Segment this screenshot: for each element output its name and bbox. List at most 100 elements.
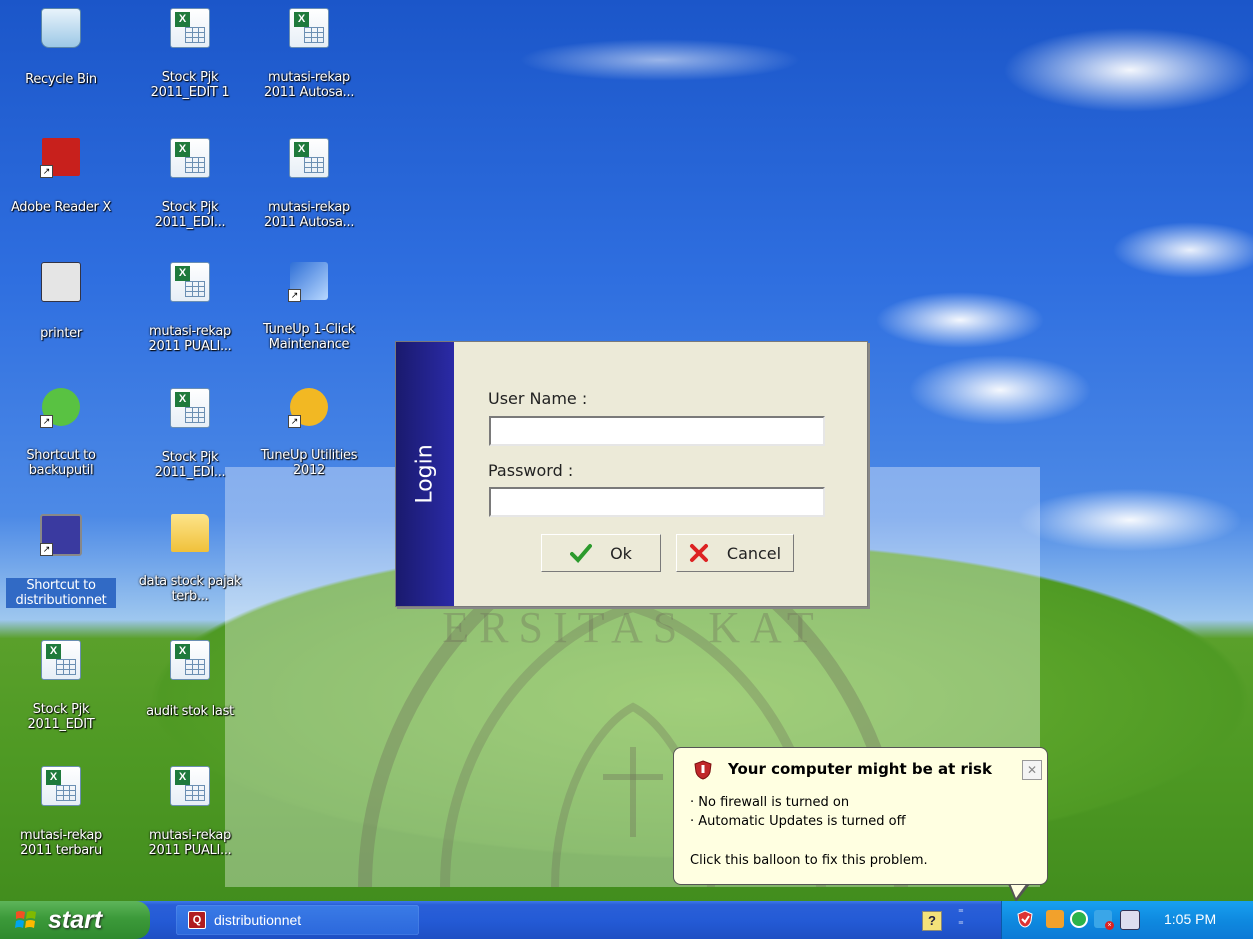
balloon-line: · No firewall is turned on bbox=[690, 795, 850, 810]
desktop-icon-label: mutasi-rekap 2011 terbaru bbox=[19, 828, 103, 858]
tuneup-maintenance-icon: ↗ bbox=[288, 262, 328, 302]
clock: 1:05 PM bbox=[1164, 911, 1217, 927]
desktop-icon-label: Recycle Bin bbox=[25, 72, 97, 87]
desktop-icon-label: Stock Pjk 2011_EDIT 1 bbox=[150, 70, 230, 100]
desktop-icon[interactable]: data stock pajak terb... bbox=[135, 514, 245, 605]
start-label: start bbox=[48, 905, 103, 934]
check-icon bbox=[570, 544, 593, 563]
display-monitor-icon[interactable] bbox=[1120, 910, 1140, 930]
login-dialog: Login User Name : Password : Ok Cancel bbox=[395, 341, 868, 607]
desktop-icon[interactable]: ↗ Shortcut to distributionnet bbox=[6, 514, 116, 609]
desktop-icon-label: Stock Pjk 2011_EDI... bbox=[154, 200, 226, 230]
desktop-icon-label: mutasi-rekap 2011 Autosa... bbox=[263, 70, 355, 100]
desktop-icon[interactable]: Stock Pjk 2011_EDI... bbox=[135, 388, 245, 481]
recycle-bin-icon bbox=[41, 8, 81, 48]
excel-file-icon bbox=[170, 388, 210, 428]
balloon-close-button[interactable]: ✕ bbox=[1022, 760, 1042, 780]
antivirus-icon[interactable] bbox=[1070, 910, 1088, 928]
language-bar-icon[interactable]: ⁼ ⁼ bbox=[958, 907, 964, 931]
balloon-footer: Click this balloon to fix this problem. bbox=[690, 853, 928, 868]
desktop-icon-label: Adobe Reader X bbox=[10, 200, 112, 215]
desktop-icon-label: TuneUp 1-Click Maintenance bbox=[262, 322, 356, 352]
desktop-icon-label: mutasi-rekap 2011 PUALI... bbox=[148, 828, 232, 858]
password-input[interactable] bbox=[489, 487, 825, 517]
desktop-icon-label: Stock Pjk 2011_EDI... bbox=[154, 450, 226, 480]
shortcut-arrow-icon: ↗ bbox=[40, 543, 53, 556]
windows-logo-icon bbox=[15, 911, 36, 928]
network-warning-icon[interactable] bbox=[1046, 910, 1064, 928]
username-label: User Name : bbox=[488, 389, 588, 408]
excel-file-icon bbox=[170, 262, 210, 302]
desktop-icon[interactable]: mutasi-rekap 2011 Autosa... bbox=[254, 8, 364, 101]
folder-icon bbox=[171, 514, 209, 552]
desktop-icon[interactable]: printer bbox=[6, 262, 116, 342]
balloon-tail-fill bbox=[1010, 883, 1027, 898]
excel-file-icon bbox=[170, 138, 210, 178]
excel-file-icon bbox=[170, 766, 210, 806]
help-icon[interactable]: ? bbox=[922, 911, 942, 931]
taskbar-item-distributionnet[interactable]: Q distributionnet bbox=[176, 905, 419, 935]
desktop-icon-label: Shortcut to distributionnet bbox=[6, 578, 116, 608]
distributionnet-icon: ↗ bbox=[40, 514, 82, 556]
balloon-message-list: · No firewall is turned on · Automatic U… bbox=[690, 793, 906, 831]
desktop-icon-label: printer bbox=[40, 326, 82, 341]
error-badge-icon: × bbox=[1105, 921, 1114, 930]
distributionnet-icon: Q bbox=[188, 911, 206, 929]
desktop-icon[interactable]: ↗ Adobe Reader X bbox=[6, 138, 116, 216]
adobe-reader-icon: ↗ bbox=[40, 138, 80, 178]
shortcut-arrow-icon: ↗ bbox=[40, 415, 53, 428]
security-shield-icon bbox=[694, 760, 712, 780]
excel-file-icon bbox=[41, 766, 81, 806]
desktop-icon-label: data stock pajak terb... bbox=[138, 574, 242, 604]
cancel-button[interactable]: Cancel bbox=[676, 534, 794, 572]
taskbar: start Q distributionnet ? ⁼ ⁼ × 1:05 PM bbox=[0, 901, 1253, 939]
desktop-icon[interactable]: ↗ TuneUp 1-Click Maintenance bbox=[254, 262, 364, 353]
shortcut-arrow-icon: ↗ bbox=[288, 415, 301, 428]
desktop-icon[interactable]: mutasi-rekap 2011 terbaru bbox=[6, 766, 116, 859]
excel-file-icon bbox=[41, 640, 81, 680]
desktop-icon[interactable]: mutasi-rekap 2011 PUALI... bbox=[135, 766, 245, 859]
excel-file-icon bbox=[170, 640, 210, 680]
desktop-icon-label: mutasi-rekap 2011 Autosa... bbox=[263, 200, 355, 230]
desktop-icon[interactable]: Stock Pjk 2011_EDIT bbox=[6, 640, 116, 733]
login-side-banner: Login bbox=[396, 342, 454, 606]
watermark-text: ERSITAS KAT bbox=[442, 603, 824, 652]
excel-file-icon bbox=[289, 8, 329, 48]
desktop-icon-label: Stock Pjk 2011_EDIT bbox=[27, 702, 95, 732]
shortcut-arrow-icon: ↗ bbox=[40, 165, 53, 178]
start-button[interactable]: start bbox=[0, 901, 150, 939]
shortcut-arrow-icon: ↗ bbox=[288, 289, 301, 302]
desktop-icon-label: mutasi-rekap 2011 PUALI... bbox=[148, 324, 232, 354]
desktop-icon[interactable]: Stock Pjk 2011_EDIT 1 bbox=[135, 8, 245, 101]
desktop-icon[interactable]: ↗ Shortcut to backuputil bbox=[6, 388, 116, 479]
security-center-icon[interactable] bbox=[1016, 910, 1034, 928]
system-tray: × 1:05 PM bbox=[1001, 901, 1253, 939]
username-input[interactable] bbox=[489, 416, 825, 446]
desktop-icon[interactable]: audit stok last bbox=[135, 640, 245, 720]
balloon-title: Your computer might be at risk bbox=[728, 760, 992, 778]
desktop-icon-label: Shortcut to backuputil bbox=[26, 448, 96, 478]
excel-file-icon bbox=[289, 138, 329, 178]
close-icon: ✕ bbox=[1026, 763, 1038, 777]
cancel-button-label: Cancel bbox=[726, 543, 782, 563]
desktop-icon[interactable]: Recycle Bin bbox=[6, 8, 116, 88]
password-label: Password : bbox=[488, 461, 574, 480]
ok-button[interactable]: Ok bbox=[541, 534, 661, 572]
desktop-icon[interactable]: Stock Pjk 2011_EDI... bbox=[135, 138, 245, 231]
desktop-icon[interactable]: mutasi-rekap 2011 PUALI... bbox=[135, 262, 245, 355]
security-balloon[interactable]: Your computer might be at risk ✕ · No fi… bbox=[673, 747, 1048, 885]
excel-file-icon bbox=[170, 8, 210, 48]
frog-backup-icon: ↗ bbox=[40, 388, 80, 428]
ok-button-label: Ok bbox=[610, 543, 632, 563]
desktop-icon-label: audit stok last bbox=[146, 704, 234, 719]
login-title: Login bbox=[412, 444, 438, 504]
network-connection-icon[interactable]: × bbox=[1094, 910, 1114, 930]
desktop-icon-label: TuneUp Utilities 2012 bbox=[260, 448, 358, 478]
cross-icon bbox=[689, 544, 708, 562]
desktop-icon[interactable]: mutasi-rekap 2011 Autosa... bbox=[254, 138, 364, 231]
balloon-line: · Automatic Updates is turned off bbox=[690, 814, 906, 829]
tuneup-utilities-icon: ↗ bbox=[288, 388, 328, 428]
desktop-icon[interactable]: ↗ TuneUp Utilities 2012 bbox=[254, 388, 364, 479]
printer-app-icon bbox=[41, 262, 81, 302]
taskbar-item-label: distributionnet bbox=[214, 912, 302, 928]
